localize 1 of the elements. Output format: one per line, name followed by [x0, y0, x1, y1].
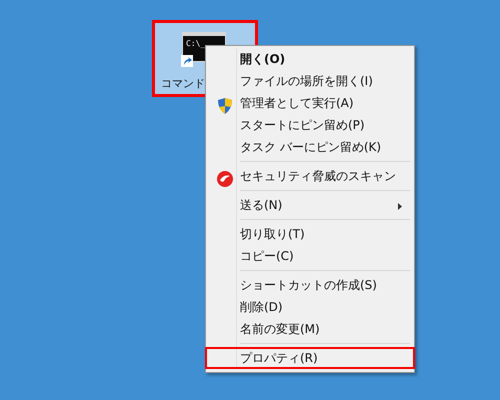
icon-label: コマンド — [161, 76, 205, 92]
